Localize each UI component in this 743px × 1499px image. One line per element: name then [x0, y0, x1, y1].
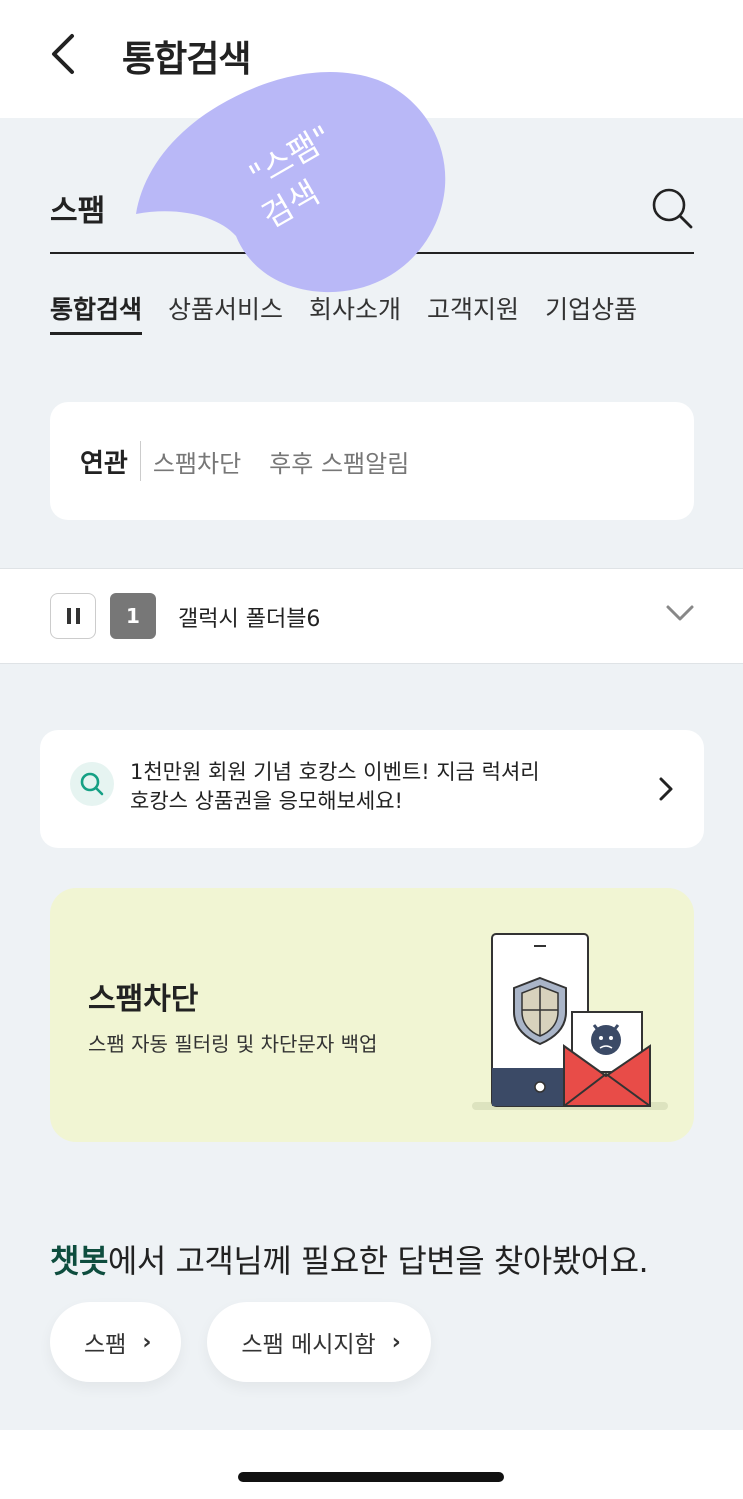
pause-button[interactable] — [50, 593, 96, 639]
chevron-right-icon: › — [142, 1329, 152, 1355]
related-keyword[interactable]: 후후 스팸알림 — [269, 444, 409, 479]
page-title: 통합검색 — [122, 39, 251, 80]
related-label: 연관 — [80, 448, 128, 479]
phone-shield-illustration-icon — [472, 933, 668, 1110]
rank-number-badge: 1 — [110, 593, 156, 639]
search-input[interactable]: 스팸 — [50, 186, 105, 230]
promo-line-1: 1천만원 회원 기념 호캉스 이벤트! 지금 럭셔리 — [130, 760, 540, 784]
chatbot-chip-row: 스팸 › 스팸 메시지함 › — [50, 1302, 431, 1382]
related-search-card: 연관 스팸차단 후후 스팸알림 — [50, 402, 694, 520]
spam-block-banner[interactable]: 스팸차단 스팸 자동 필터링 및 차단문자 백업 — [50, 888, 694, 1142]
bottom-bar — [0, 1430, 743, 1499]
chatbot-chip[interactable]: 스팸 메시지함 › — [207, 1302, 431, 1382]
tab-support[interactable]: 고객지원 — [427, 290, 519, 335]
pause-icon-bar — [75, 608, 80, 624]
promo-event-card[interactable]: 1천만원 회원 기념 호캉스 이벤트! 지금 럭셔리 호캉스 상품권을 응모해보… — [40, 730, 704, 848]
chevron-right-icon — [659, 777, 673, 801]
search-icon — [80, 772, 104, 796]
chevron-right-icon: › — [391, 1329, 401, 1355]
tab-company[interactable]: 회사소개 — [309, 290, 401, 335]
home-indicator[interactable] — [238, 1472, 504, 1482]
search-tabs: 통합검색 상품서비스 회사소개 고객지원 기업상품 — [50, 290, 637, 335]
chatbot-chip[interactable]: 스팸 › — [50, 1302, 182, 1382]
tab-integrated[interactable]: 통합검색 — [50, 290, 143, 335]
chatbot-brand: 챗봇 — [50, 1242, 108, 1280]
search-field[interactable]: 스팸 — [50, 170, 694, 254]
promo-search-icon — [70, 762, 114, 806]
trending-keyword-bar: 1 갤럭시 폴더블6 — [0, 568, 743, 664]
tab-products[interactable]: 상품서비스 — [168, 290, 283, 335]
tab-business[interactable]: 기업상품 — [545, 290, 637, 335]
back-arrow-icon[interactable] — [44, 26, 88, 82]
chip-label: 스팸 — [84, 1332, 127, 1358]
pause-icon — [66, 608, 71, 624]
related-keyword[interactable]: 스팸차단 — [153, 444, 241, 479]
divider — [139, 441, 141, 481]
banner-subtitle: 스팸 자동 필터링 및 차단문자 백업 — [88, 1032, 378, 1056]
app-header: 통합검색 — [0, 0, 743, 118]
chatbot-heading: 챗봇에서 고객님께 필요한 답변을 찾아봤어요. — [50, 1236, 649, 1282]
search-icon[interactable] — [650, 186, 694, 230]
promo-line-2: 호캉스 상품권을 응모해보세요! — [130, 789, 403, 813]
chevron-down-icon[interactable] — [665, 603, 695, 623]
chatbot-heading-text: 에서 고객님께 필요한 답변을 찾아봤어요. — [107, 1242, 649, 1280]
banner-title: 스팸차단 — [88, 982, 199, 1017]
promo-text: 1천만원 회원 기념 호캉스 이벤트! 지금 럭셔리 호캉스 상품권을 응모해보… — [130, 758, 540, 816]
trending-keyword[interactable]: 갤럭시 폴더블6 — [178, 601, 320, 633]
chip-label: 스팸 메시지함 — [241, 1332, 376, 1358]
